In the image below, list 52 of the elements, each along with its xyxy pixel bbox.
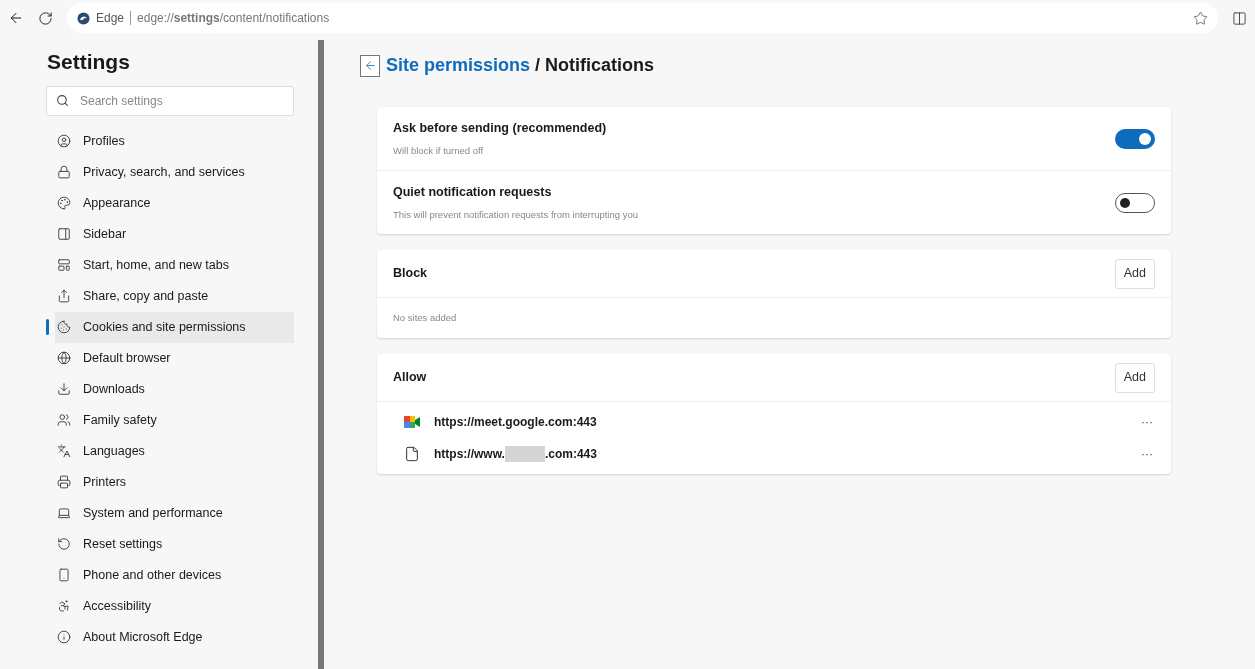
search-field[interactable]: Search settings bbox=[46, 85, 294, 116]
url-text: edge://settings/content/notifications bbox=[137, 10, 330, 27]
sidebar-item[interactable]: Privacy, search, and services bbox=[55, 156, 294, 188]
page-title: Notifications bbox=[545, 55, 655, 75]
address-bar[interactable]: Edge edge://settings/content/notifications bbox=[67, 3, 1218, 33]
more-options-button[interactable]: ··· bbox=[1139, 445, 1155, 463]
back-button[interactable] bbox=[360, 54, 380, 77]
site-url: .com:443 bbox=[544, 446, 597, 463]
empty-message: No sites added bbox=[393, 310, 457, 325]
more-options-button[interactable]: ··· bbox=[1139, 413, 1155, 431]
favorite-star-icon[interactable] bbox=[1193, 10, 1208, 26]
video-camera-icon bbox=[404, 415, 420, 429]
list-title: Block bbox=[393, 265, 428, 283]
document-icon bbox=[404, 446, 420, 462]
site-url: https://www. bbox=[434, 446, 505, 463]
sidebar-item[interactable]: Start, home, and new tabs bbox=[55, 249, 294, 281]
back-icon[interactable] bbox=[8, 10, 24, 26]
sidebar-item[interactable]: Family safety bbox=[55, 404, 294, 436]
setting-title: Quiet notification requests bbox=[393, 184, 553, 201]
setting-description: This will prevent notification requests from interrupting you bbox=[393, 207, 638, 222]
list-title: Allow bbox=[393, 369, 427, 387]
sidebar-item[interactable]: Languages bbox=[55, 435, 294, 467]
browser-logo-icon bbox=[77, 11, 90, 25]
sidebar-item[interactable]: Reset settings bbox=[55, 528, 294, 560]
sidebar-item[interactable]: Profiles bbox=[55, 125, 294, 157]
sidebar-item[interactable]: Printers bbox=[55, 466, 294, 498]
back-arrow-icon bbox=[363, 59, 377, 72]
split-screen-icon[interactable] bbox=[1232, 10, 1247, 26]
sidebar-item[interactable]: Appearance bbox=[55, 187, 294, 219]
breadcrumb-link[interactable]: Site permissions bbox=[386, 55, 531, 75]
toggle-switch[interactable] bbox=[1115, 128, 1155, 149]
sidebar-item[interactable]: Default browser bbox=[55, 342, 294, 374]
sidebar-item[interactable]: Cookies and site permissions bbox=[55, 311, 294, 343]
breadcrumb-separator: / bbox=[534, 55, 542, 75]
add-button[interactable]: Add bbox=[1114, 258, 1155, 289]
setting-description: Will block if turned off bbox=[393, 143, 485, 158]
setting-title: Ask before sending (recommended) bbox=[393, 120, 607, 137]
search-icon bbox=[56, 93, 69, 107]
sidebar-item[interactable]: System and performance bbox=[55, 497, 294, 529]
add-button[interactable]: Add bbox=[1114, 362, 1155, 393]
redaction-block bbox=[504, 446, 545, 462]
sidebar-item[interactable]: Sidebar bbox=[55, 218, 294, 250]
refresh-icon[interactable] bbox=[38, 10, 53, 26]
settings-title: Settings bbox=[47, 49, 131, 75]
site-url: https://meet.google.com:443 bbox=[434, 414, 597, 431]
toggle-switch[interactable] bbox=[1115, 192, 1155, 213]
sidebar-item[interactable]: About Microsoft Edge bbox=[55, 621, 294, 653]
sidebar-item[interactable]: Phone and other devices bbox=[55, 559, 294, 591]
sidebar-item[interactable]: Share, copy and paste bbox=[55, 280, 294, 312]
sidebar-item[interactable]: Downloads bbox=[55, 373, 294, 405]
sidebar-item[interactable]: Accessibility bbox=[55, 590, 294, 622]
site-label: Edge bbox=[96, 10, 125, 27]
